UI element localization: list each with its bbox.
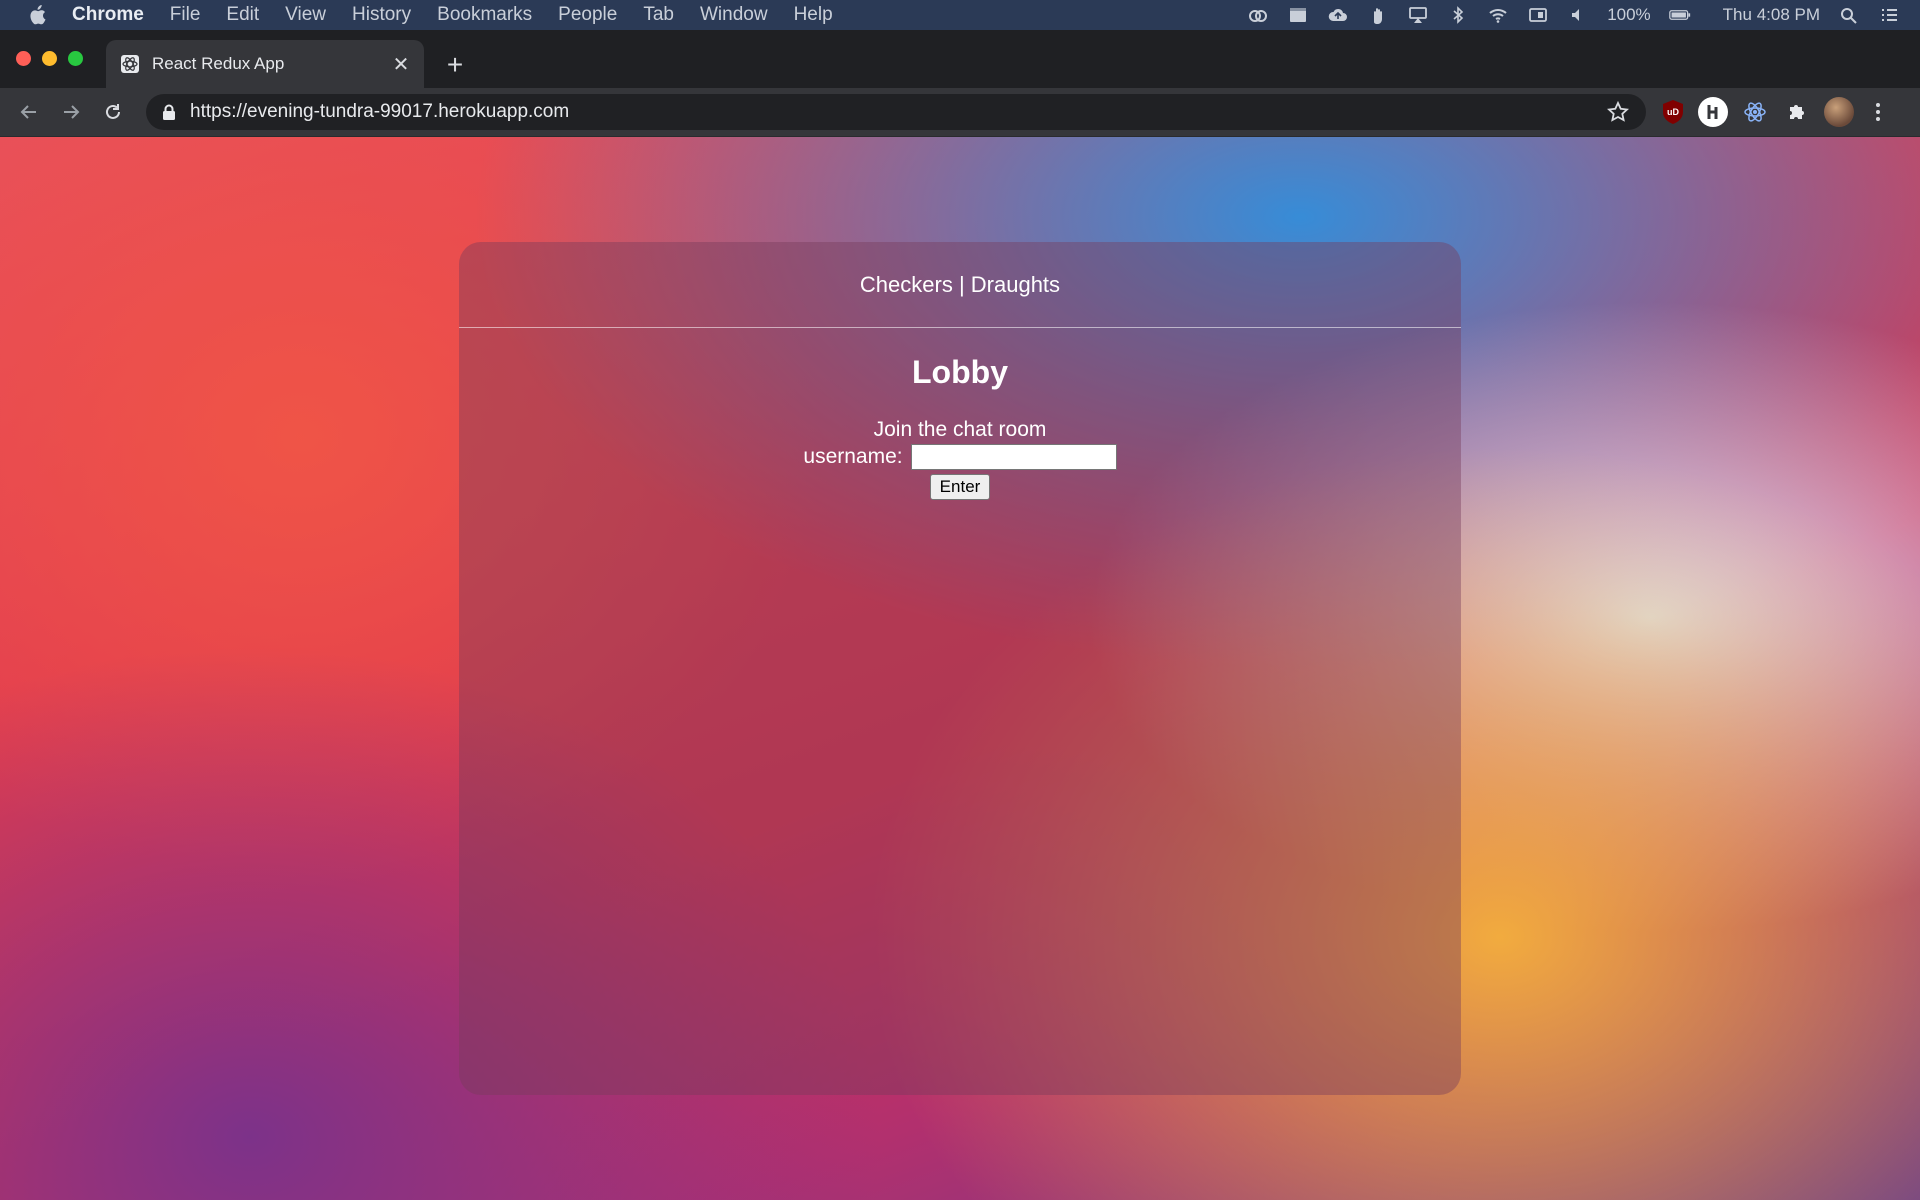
address-bar[interactable]: https://evening-tundra-99017.herokuapp.c… (146, 94, 1646, 130)
puzzle-icon[interactable] (1782, 97, 1812, 127)
maximize-window-button[interactable] (68, 51, 83, 66)
apple-icon[interactable] (26, 4, 48, 26)
app-card: Checkers | Draughts Lobby Join the chat … (459, 242, 1461, 1095)
menu-bookmarks[interactable]: Bookmarks (437, 4, 532, 26)
react-devtools-icon[interactable] (1740, 97, 1770, 127)
window-controls (16, 51, 83, 66)
menu-history[interactable]: History (352, 4, 411, 26)
browser-tab-active[interactable]: React Redux App ✕ (106, 40, 424, 88)
new-tab-button[interactable]: + (440, 49, 470, 80)
keyboard-input-icon[interactable] (1527, 6, 1549, 24)
bookmark-star-icon[interactable] (1606, 100, 1630, 124)
bluetooth-icon[interactable] (1447, 6, 1469, 24)
menu-people[interactable]: People (558, 4, 617, 26)
enter-row: Enter (459, 474, 1461, 500)
wifi-icon[interactable] (1487, 6, 1509, 24)
lobby-title: Lobby (912, 354, 1008, 390)
react-favicon-icon (120, 54, 140, 74)
svg-text:uD: uD (1667, 107, 1679, 117)
menu-bar-status-area: 100% Thu 4:08 PM (1247, 0, 1900, 30)
profile-avatar[interactable] (1824, 97, 1854, 127)
airplay-icon[interactable] (1407, 6, 1429, 24)
browser-tab-strip: React Redux App ✕ + (0, 30, 1920, 88)
page-viewport: Checkers | Draughts Lobby Join the chat … (0, 137, 1920, 1200)
macos-menu-bar: Chrome File Edit View History Bookmarks … (0, 0, 1920, 30)
username-input[interactable] (910, 444, 1117, 470)
browser-toolbar: https://evening-tundra-99017.herokuapp.c… (0, 88, 1920, 137)
ublock-icon[interactable]: uD (1660, 99, 1686, 125)
app-header: Checkers | Draughts (459, 242, 1461, 328)
menu-window[interactable]: Window (700, 4, 768, 26)
menu-help[interactable]: Help (794, 4, 833, 26)
menu-file[interactable]: File (170, 4, 201, 26)
minimize-window-button[interactable] (42, 51, 57, 66)
clock: Thu 4:08 PM (1722, 5, 1820, 24)
menu-tab[interactable]: Tab (643, 4, 674, 26)
more-menu-icon[interactable] (1866, 97, 1890, 127)
hand-icon[interactable] (1367, 6, 1389, 24)
creative-cloud-icon[interactable] (1247, 6, 1269, 24)
join-chat-text: Join the chat room (873, 418, 1047, 441)
username-label: username: (803, 445, 903, 468)
battery-percent: 100% (1607, 5, 1651, 24)
tab-title: React Redux App (152, 54, 285, 73)
menu-app-name[interactable]: Chrome (72, 4, 144, 26)
notification-center-icon[interactable] (1878, 6, 1900, 24)
close-window-button[interactable] (16, 51, 31, 66)
back-arrow-icon[interactable] (14, 97, 44, 127)
username-form-row: username: (459, 444, 1461, 470)
extensions-area: uD (1660, 96, 1890, 128)
menu-edit[interactable]: Edit (226, 4, 259, 26)
url-text[interactable]: https://evening-tundra-99017.herokuapp.c… (190, 101, 1606, 123)
spotlight-search-icon[interactable] (1838, 6, 1860, 24)
forward-arrow-icon[interactable] (56, 97, 86, 127)
volume-icon[interactable] (1567, 6, 1589, 24)
menu-view[interactable]: View (285, 4, 326, 26)
h-extension-icon[interactable] (1698, 97, 1728, 127)
clapperboard-icon[interactable] (1287, 6, 1309, 24)
app-header-title: Checkers | Draughts (859, 271, 1061, 297)
lock-icon[interactable] (160, 103, 178, 121)
battery-icon[interactable] (1668, 6, 1691, 24)
reload-icon[interactable] (98, 97, 128, 127)
close-tab-icon[interactable]: ✕ (388, 51, 414, 77)
cloud-upload-icon[interactable] (1327, 6, 1349, 24)
enter-button[interactable]: Enter (929, 474, 991, 500)
